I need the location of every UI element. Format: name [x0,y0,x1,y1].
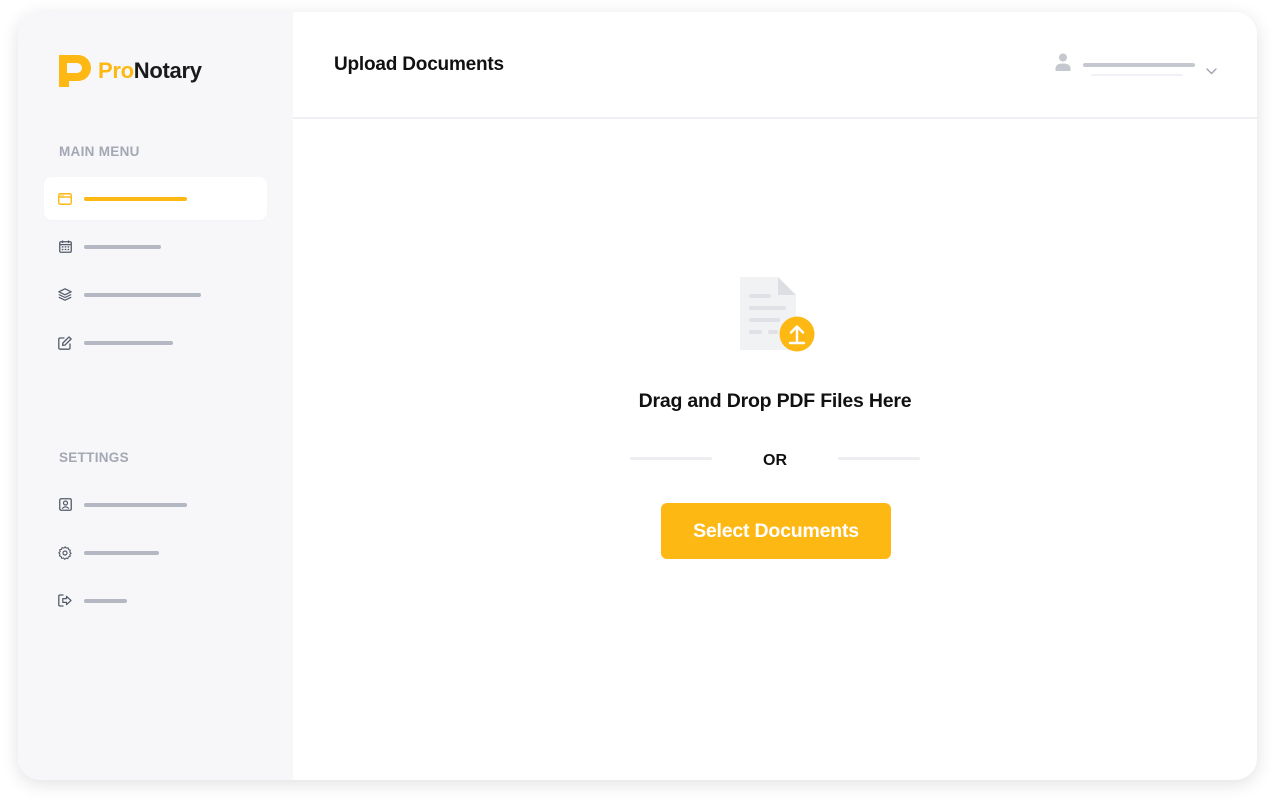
divider-right [838,457,920,460]
brand-name-pro: Pro [98,58,134,83]
sidebar-item-label-placeholder [84,550,159,555]
sidebar-item-dashboard[interactable] [44,177,267,220]
sidebar-item-label-placeholder [84,292,201,297]
brand-name-notary: Notary [133,58,202,83]
sidebar-item-label-placeholder [84,244,161,249]
browser-window-icon [58,192,72,206]
brand-logo[interactable]: ProNotary [58,54,202,88]
sidebar-item-settings[interactable] [44,531,267,574]
user-icon [1055,53,1071,76]
sidebar-item-label-placeholder [84,196,187,201]
top-header: Upload Documents [293,12,1257,119]
drop-instructions: Drag and Drop PDF Files Here [638,390,912,412]
user-menu[interactable] [1053,52,1223,82]
settings-heading: SETTINGS [59,450,129,465]
sidebar-item-profile[interactable] [44,483,267,526]
user-role-placeholder [1091,74,1183,76]
or-separator: OR [763,452,787,469]
page-title: Upload Documents [334,54,504,75]
sidebar-item-label-placeholder [84,598,127,603]
app-window: ProNotary MAIN MENU SETTINGS Upload Docu… [18,12,1257,780]
document-upload-icon [738,275,818,360]
sidebar-item-label-placeholder [84,340,173,345]
sidebar-item-logout[interactable] [44,579,267,622]
sidebar-item-label-placeholder [84,502,187,507]
brand-name: ProNotary [98,60,202,82]
pronotary-logo-icon [58,54,92,88]
edit-icon [58,335,72,350]
calendar-icon [58,240,72,254]
sidebar-item-layers[interactable] [44,273,267,316]
upload-dropzone[interactable]: Drag and Drop PDF Files Here OR Select D… [293,121,1257,780]
profile-card-icon [58,498,72,512]
sidebar-item-edit[interactable] [44,321,267,364]
chevron-down-icon[interactable] [1206,62,1217,80]
main-menu-heading: MAIN MENU [59,144,140,159]
sidebar-item-calendar[interactable] [44,225,267,268]
gear-icon [58,545,72,560]
sidebar: ProNotary MAIN MENU SETTINGS [18,12,293,780]
user-name-placeholder [1083,63,1195,67]
logout-icon [58,594,72,608]
select-documents-button[interactable]: Select Documents [661,503,891,559]
layers-icon [58,288,72,302]
